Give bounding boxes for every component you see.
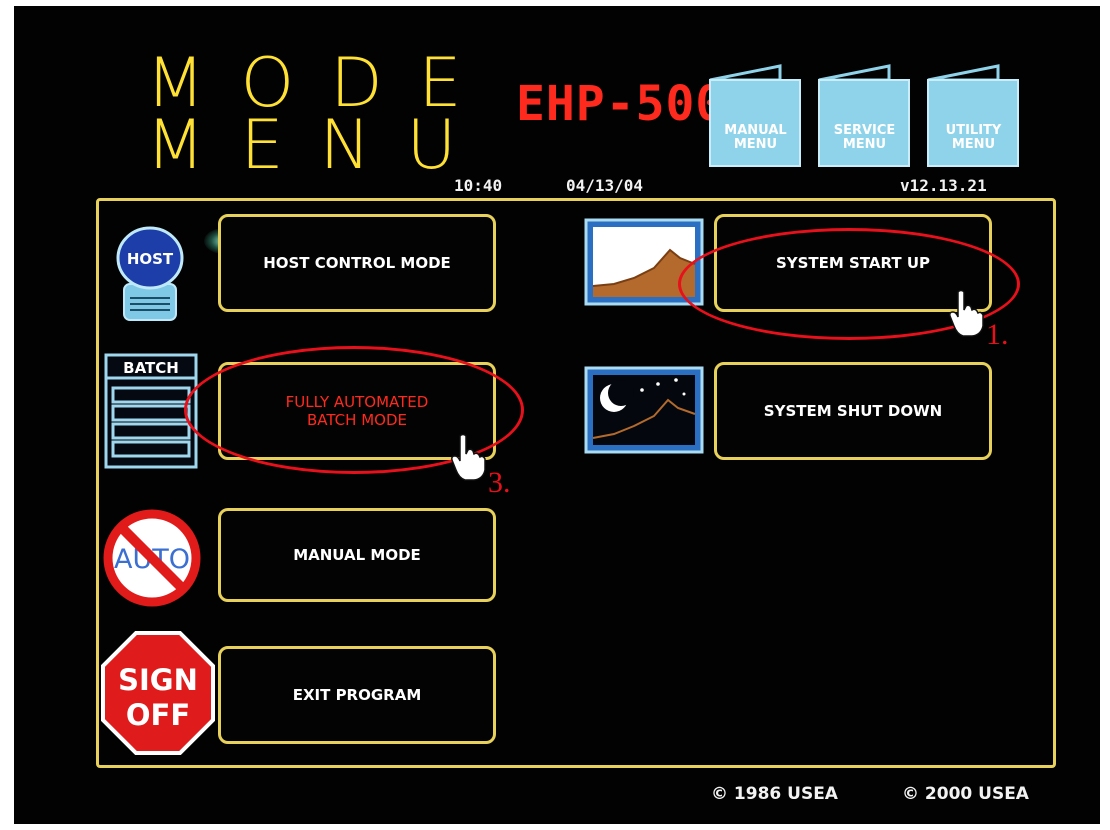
page-title-line-2: MENU bbox=[146, 106, 493, 185]
mode-menu-screen: MODE MENU EHP-500 MANUAL MENU SERVICE ME… bbox=[14, 6, 1100, 824]
manual-menu-button[interactable]: MANUAL MENU bbox=[708, 56, 803, 176]
no-auto-icon: AUTO bbox=[103, 509, 201, 607]
service-menu-button[interactable]: SERVICE MENU bbox=[817, 56, 912, 176]
annotation-number-1: 1. bbox=[986, 318, 1009, 351]
copyright-2000: © 2000 USEA bbox=[902, 784, 1029, 804]
stop-sign-icon: SIGN OFF bbox=[101, 631, 215, 755]
utility-menu-button[interactable]: UTILITY MENU bbox=[926, 56, 1021, 176]
host-icon-text: HOST bbox=[127, 250, 174, 268]
software-version: v12.13.21 bbox=[900, 176, 987, 195]
manual-mode-label: MANUAL MODE bbox=[293, 546, 421, 564]
host-control-mode-label: HOST CONTROL MODE bbox=[263, 254, 451, 272]
batch-icon-text: BATCH bbox=[123, 359, 179, 377]
hand-pointer-icon bbox=[451, 433, 486, 481]
clock-time: 10:40 bbox=[454, 176, 503, 195]
book-menu-icon bbox=[709, 64, 801, 167]
system-shut-down-label: SYSTEM SHUT DOWN bbox=[763, 402, 943, 420]
exit-program-label: EXIT PROGRAM bbox=[292, 686, 422, 704]
stop-sign-text-top: SIGN bbox=[118, 663, 198, 697]
manual-menu-label: MANUAL MENU bbox=[724, 123, 787, 152]
system-shut-down-button[interactable]: SYSTEM SHUT DOWN bbox=[714, 362, 992, 460]
stop-sign-text-bottom: OFF bbox=[126, 698, 190, 732]
service-menu-label: SERVICE MENU bbox=[833, 123, 896, 152]
book-menu-icon bbox=[927, 64, 1019, 167]
host-computer-icon: HOST bbox=[116, 226, 184, 321]
manual-mode-button[interactable]: MANUAL MODE bbox=[218, 508, 496, 602]
hand-pointer-icon bbox=[949, 289, 984, 337]
copyright-1986: © 1986 USEA bbox=[711, 784, 838, 804]
host-control-mode-button[interactable]: HOST CONTROL MODE bbox=[218, 214, 496, 312]
book-menu-icon bbox=[818, 64, 910, 167]
night-moon-icon bbox=[584, 366, 704, 454]
exit-program-button[interactable]: EXIT PROGRAM bbox=[218, 646, 496, 744]
current-date: 04/13/04 bbox=[566, 176, 644, 195]
model-name: EHP-500 bbox=[516, 76, 726, 132]
utility-menu-label: UTILITY MENU bbox=[945, 123, 1002, 152]
annotation-number-3: 3. bbox=[488, 466, 511, 499]
